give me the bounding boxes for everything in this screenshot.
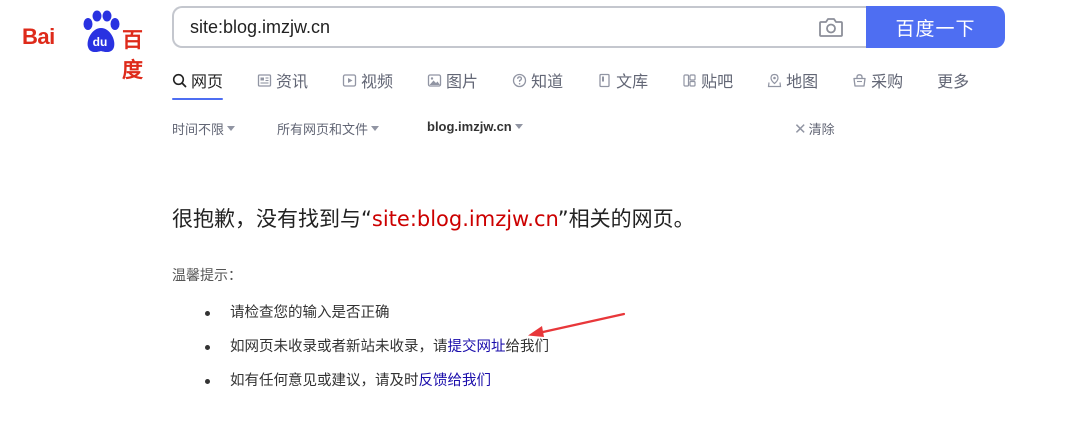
search-tabs: 网页 资讯 视频 图片 知道 文库 贴吧 地图 采购 更多 bbox=[172, 68, 969, 102]
tab-more[interactable]: 更多 bbox=[937, 68, 969, 92]
filetype-filter[interactable]: 所有网页和文件 bbox=[277, 119, 380, 138]
tip-text: 如网页未收录或者新站未收录，请 bbox=[230, 339, 448, 355]
bullet bbox=[205, 378, 210, 384]
tieba-icon bbox=[683, 73, 696, 87]
tab-label: 图片 bbox=[446, 72, 479, 91]
map-icon bbox=[767, 73, 782, 87]
clear-filters-button[interactable]: ✕ 清除 bbox=[794, 119, 835, 139]
tab-web[interactable]: 网页 bbox=[172, 68, 224, 100]
tips-title: 温馨提示： bbox=[172, 268, 242, 284]
question-icon bbox=[512, 73, 527, 87]
no-results-suffix: ”相关的网页。 bbox=[557, 207, 695, 231]
no-results-message: 很抱歉，没有找到与“site:blog.imzjw.cn”相关的网页。 bbox=[172, 203, 695, 233]
tab-zhidao[interactable]: 知道 bbox=[512, 68, 563, 92]
tab-map[interactable]: 地图 bbox=[767, 68, 818, 92]
time-filter-label: 时间不限 bbox=[172, 123, 225, 138]
tab-label: 网页 bbox=[191, 72, 224, 91]
tab-label: 采购 bbox=[871, 72, 904, 91]
tab-label: 地图 bbox=[786, 72, 819, 91]
tab-news[interactable]: 资讯 bbox=[257, 68, 308, 92]
bullet bbox=[205, 344, 210, 350]
tip-text: 请检查您的输入是否正确 bbox=[230, 305, 390, 321]
list-item: 请检查您的输入是否正确 bbox=[205, 296, 549, 330]
news-icon bbox=[257, 73, 272, 87]
filetype-filter-label: 所有网页和文件 bbox=[277, 123, 369, 138]
tab-label: 更多 bbox=[937, 72, 970, 91]
document-icon bbox=[599, 73, 610, 87]
no-results-prefix: 很抱歉，没有找到与“ bbox=[172, 207, 372, 231]
annotation-arrow bbox=[528, 312, 626, 337]
tab-label: 贴吧 bbox=[701, 72, 734, 91]
list-item: 如网页未收录或者新站未收录，请 提交网址 给我们 bbox=[205, 330, 549, 364]
submit-url-link[interactable]: 提交网址 bbox=[448, 335, 506, 359]
tab-label: 视频 bbox=[361, 72, 394, 91]
no-results-query: site:blog.imzjw.cn bbox=[371, 207, 558, 231]
search-icon bbox=[172, 73, 187, 87]
tab-video[interactable]: 视频 bbox=[342, 68, 393, 92]
paw-icon bbox=[83, 10, 120, 53]
image-icon bbox=[427, 73, 442, 87]
tab-label: 知道 bbox=[531, 72, 564, 91]
tips-list: 请检查您的输入是否正确 如网页未收录或者新站未收录，请 提交网址 给我们 如有任何意… bbox=[205, 296, 549, 398]
search-button[interactable]: 百度一下 bbox=[866, 6, 1005, 48]
close-icon: ✕ bbox=[794, 119, 807, 138]
camera-icon[interactable] bbox=[818, 16, 844, 38]
tab-caigou[interactable]: 采购 bbox=[852, 68, 903, 92]
search-input[interactable] bbox=[190, 8, 810, 46]
caret-down-icon bbox=[514, 124, 523, 129]
tip-text: 如有任何意见或建议，请及时 bbox=[230, 373, 419, 389]
logo-text-cn: 百度 bbox=[122, 28, 143, 82]
time-filter[interactable]: 时间不限 bbox=[172, 119, 236, 138]
tab-label: 文库 bbox=[616, 72, 649, 91]
tab-label: 资讯 bbox=[276, 72, 309, 91]
logo-text-du: du bbox=[92, 35, 108, 49]
tab-wenku[interactable]: 文库 bbox=[597, 68, 648, 92]
caret-down-icon bbox=[227, 126, 236, 131]
list-item: 如有任何意见或建议，请及时 反馈给我们 bbox=[205, 364, 549, 398]
caret-down-icon bbox=[371, 126, 380, 131]
baidu-logo[interactable]: Bai du 百度 bbox=[22, 10, 150, 82]
site-filter-label: blog.imzjw.cn bbox=[427, 119, 512, 134]
clear-label: 清除 bbox=[808, 123, 835, 138]
search-filters: 时间不限 所有网页和文件 blog.imzjw.cn ✕ 清除 bbox=[172, 119, 872, 139]
feedback-link[interactable]: 反馈给我们 bbox=[419, 369, 492, 393]
logo-text-bai: Bai bbox=[22, 24, 55, 49]
site-filter[interactable]: blog.imzjw.cn bbox=[427, 119, 523, 134]
bullet bbox=[205, 310, 210, 316]
video-icon bbox=[342, 73, 357, 87]
search-box bbox=[172, 6, 866, 48]
tab-tieba[interactable]: 贴吧 bbox=[682, 68, 733, 92]
tab-images[interactable]: 图片 bbox=[427, 68, 478, 92]
basket-icon bbox=[853, 73, 866, 87]
